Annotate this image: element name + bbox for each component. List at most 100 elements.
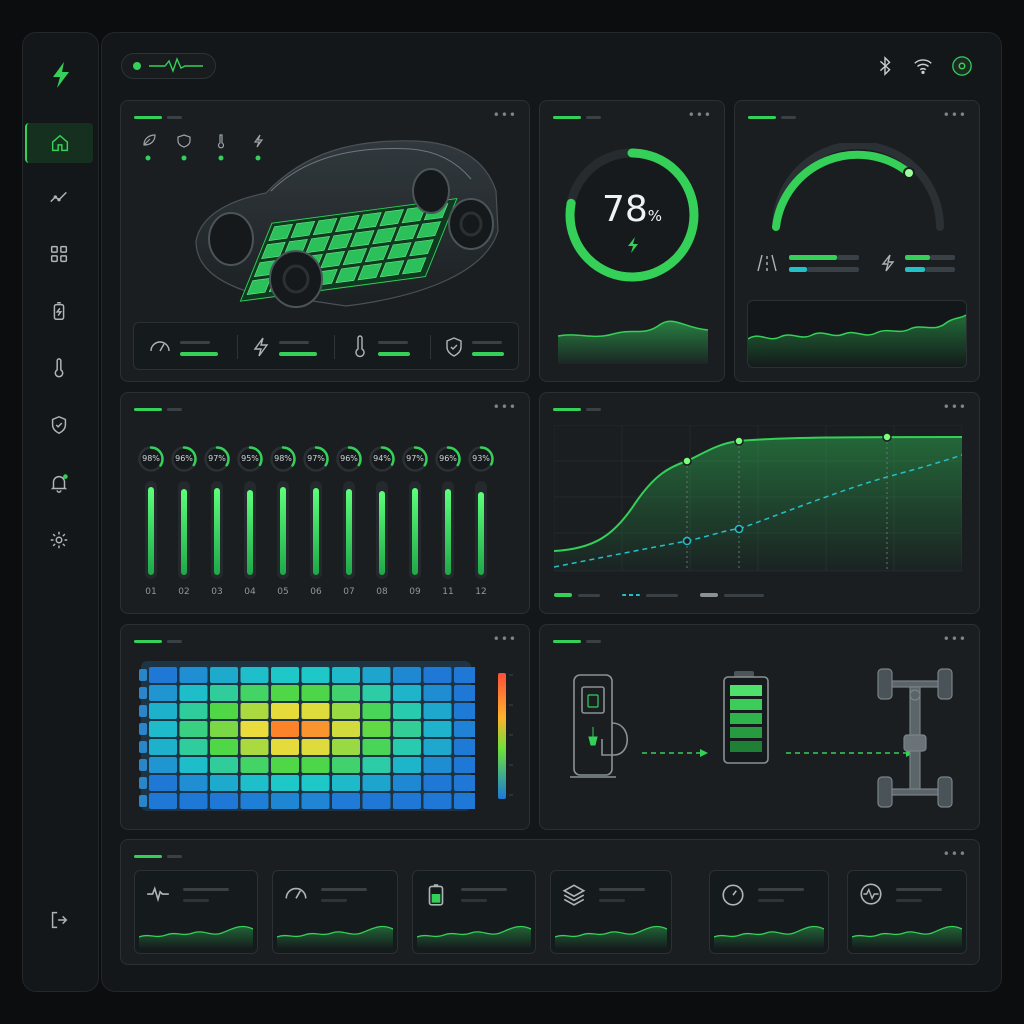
cell-bar-track <box>178 481 190 579</box>
cell-bar-fill <box>148 487 154 575</box>
heatmap-cell <box>301 775 330 791</box>
metric-bar-teal <box>789 267 807 272</box>
metric-tile[interactable] <box>272 870 398 954</box>
layers-icon <box>562 884 586 906</box>
card-title-bar <box>553 640 581 643</box>
sidebar-item-battery[interactable] <box>23 291 94 331</box>
heatmap-cell <box>210 685 238 701</box>
metric-tile[interactable] <box>847 870 967 954</box>
power-icon[interactable] <box>951 55 973 77</box>
heatmap-cell <box>423 793 452 809</box>
heatmap-cell <box>301 685 330 701</box>
metric-tile-sparkline <box>277 925 393 949</box>
wifi-icon[interactable] <box>912 55 934 77</box>
heartbeat-icon <box>147 886 169 903</box>
sidebar-item-temperature[interactable] <box>23 348 94 388</box>
heatmap-cell <box>362 685 391 701</box>
speedometer-icon <box>150 341 170 352</box>
cell-bar-track <box>277 481 289 579</box>
cell-bar-track <box>409 481 421 579</box>
cell-number: 03 <box>211 587 223 597</box>
metric-tile[interactable] <box>412 870 536 954</box>
cell-number: 01 <box>145 587 157 597</box>
cell-bar-fill <box>247 490 253 575</box>
more-options-icon[interactable]: ••• <box>493 401 517 413</box>
metric-bar-teal <box>905 267 925 272</box>
heatmap-cell <box>240 667 269 683</box>
cell-number: 07 <box>343 587 355 597</box>
card-subtitle-bar <box>586 116 601 119</box>
more-options-icon[interactable]: ••• <box>493 109 517 121</box>
metric-bar-green <box>789 255 837 260</box>
heatmap-cell <box>301 667 330 683</box>
bolt-icon <box>253 337 269 357</box>
heatmap-cell <box>362 703 391 719</box>
sidebar-item-home[interactable] <box>25 123 93 163</box>
charging-station-icon <box>570 674 628 778</box>
bluetooth-icon[interactable] <box>874 55 896 77</box>
battery-charge-icon <box>428 884 444 906</box>
cell-balance-card: ••• 98% 01 96% 02 97% 03 95% 04 98% 05 97% 06 96% 07 9… <box>120 392 530 614</box>
heatmap-cell <box>454 721 475 737</box>
lightning-bolt-icon[interactable] <box>45 59 77 91</box>
logout-button[interactable] <box>23 900 94 940</box>
more-options-icon[interactable]: ••• <box>943 633 967 645</box>
metric-bar-track <box>837 255 859 260</box>
more-options-icon[interactable]: ••• <box>943 109 967 121</box>
cell-bar-fill <box>412 488 418 575</box>
heatmap-cell <box>301 739 330 755</box>
heatmap-cell <box>210 703 238 719</box>
heatmap-cell <box>423 703 452 719</box>
heatmap-cell <box>271 757 299 773</box>
heatmap-cell <box>301 703 330 719</box>
more-options-icon[interactable]: ••• <box>493 633 517 645</box>
legend-label <box>578 594 600 597</box>
legend-swatch-grey <box>700 593 718 597</box>
metric-bar <box>180 352 218 356</box>
cell-bar-track <box>145 481 157 579</box>
cell-bar-track <box>475 481 487 579</box>
metric-tile[interactable] <box>550 870 672 954</box>
heatmap-cell <box>179 685 208 701</box>
status-pill[interactable] <box>121 53 216 79</box>
sidebar-item-notifications[interactable] <box>23 463 94 503</box>
battery-level-icon <box>723 671 769 764</box>
legend-swatch-teal <box>622 594 640 596</box>
heatmap-terminal <box>139 795 147 807</box>
heatmap-cell <box>301 757 330 773</box>
heatmap-cell <box>423 721 452 737</box>
battery-icon <box>53 302 64 320</box>
legend-label <box>724 594 764 597</box>
heatmap-terminal <box>139 687 147 699</box>
gear-icon <box>50 531 67 549</box>
metric-bar <box>279 352 317 356</box>
more-options-icon[interactable]: ••• <box>688 109 712 121</box>
cell-temperature-heatmap <box>139 661 475 811</box>
metric-tile[interactable] <box>709 870 829 954</box>
sidebar-item-modules[interactable] <box>23 234 94 274</box>
heatmap-cell <box>301 721 330 737</box>
metric-tile-sparkline <box>417 925 531 949</box>
cell-bar-track <box>343 481 355 579</box>
sidebar-item-analytics[interactable] <box>23 177 94 217</box>
heatmap-cell <box>149 757 177 773</box>
heatmap-cell <box>149 739 177 755</box>
metric-tile[interactable] <box>134 870 258 954</box>
cell-percent-label: 98% <box>274 454 292 463</box>
heatmap-cell <box>149 775 177 791</box>
more-options-icon[interactable]: ••• <box>943 848 967 860</box>
metric-bar-green <box>905 255 930 260</box>
main-panel: ••• ••• 78% ••• ••• 98% 01 96% 02 97% 03… <box>101 32 1002 992</box>
soc-value: 78% <box>601 189 663 230</box>
heatmap-cell <box>454 757 475 773</box>
heatmap-cell <box>271 721 299 737</box>
more-options-icon[interactable]: ••• <box>943 401 967 413</box>
metric-label <box>472 341 502 344</box>
sidebar-item-security[interactable] <box>23 405 94 445</box>
heatmap-cell <box>210 775 238 791</box>
cell-bar-track <box>244 481 256 579</box>
heatmap-cell <box>271 667 299 683</box>
cell-number: 06 <box>310 587 322 597</box>
sidebar-item-settings[interactable] <box>23 520 94 560</box>
metrics-overview-card: ••• <box>120 839 980 965</box>
